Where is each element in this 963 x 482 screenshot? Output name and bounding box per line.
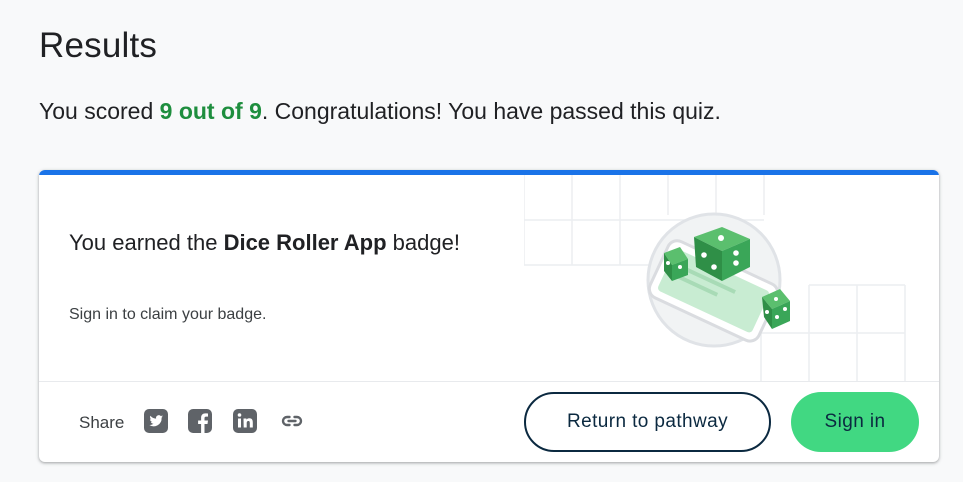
badge-card: You earned the Dice Roller App badge! Si… (39, 170, 939, 462)
sign-in-button[interactable]: Sign in (791, 392, 919, 452)
score-message: You scored 9 out of 9. Congratulations! … (39, 98, 721, 125)
page-title: Results (39, 26, 158, 65)
earned-suffix: badge! (386, 230, 460, 255)
link-icon[interactable] (279, 408, 305, 434)
dice-badge-illustration (524, 175, 906, 381)
twitter-icon[interactable] (143, 408, 169, 434)
badge-name: Dice Roller App (223, 230, 387, 255)
badge-earned-message: You earned the Dice Roller App badge! (69, 226, 489, 259)
score-suffix: . Congratulations! You have passed this … (261, 98, 721, 124)
return-to-pathway-button[interactable]: Return to pathway (524, 392, 771, 452)
card-divider (39, 381, 939, 382)
linkedin-icon[interactable] (232, 408, 258, 434)
score-value: 9 out of 9 (159, 98, 262, 124)
claim-badge-text: Sign in to claim your badge. (69, 306, 267, 323)
score-prefix: You scored (39, 98, 160, 124)
facebook-icon[interactable] (187, 408, 213, 434)
share-label: Share (79, 413, 125, 432)
earned-prefix: You earned the (69, 230, 224, 255)
